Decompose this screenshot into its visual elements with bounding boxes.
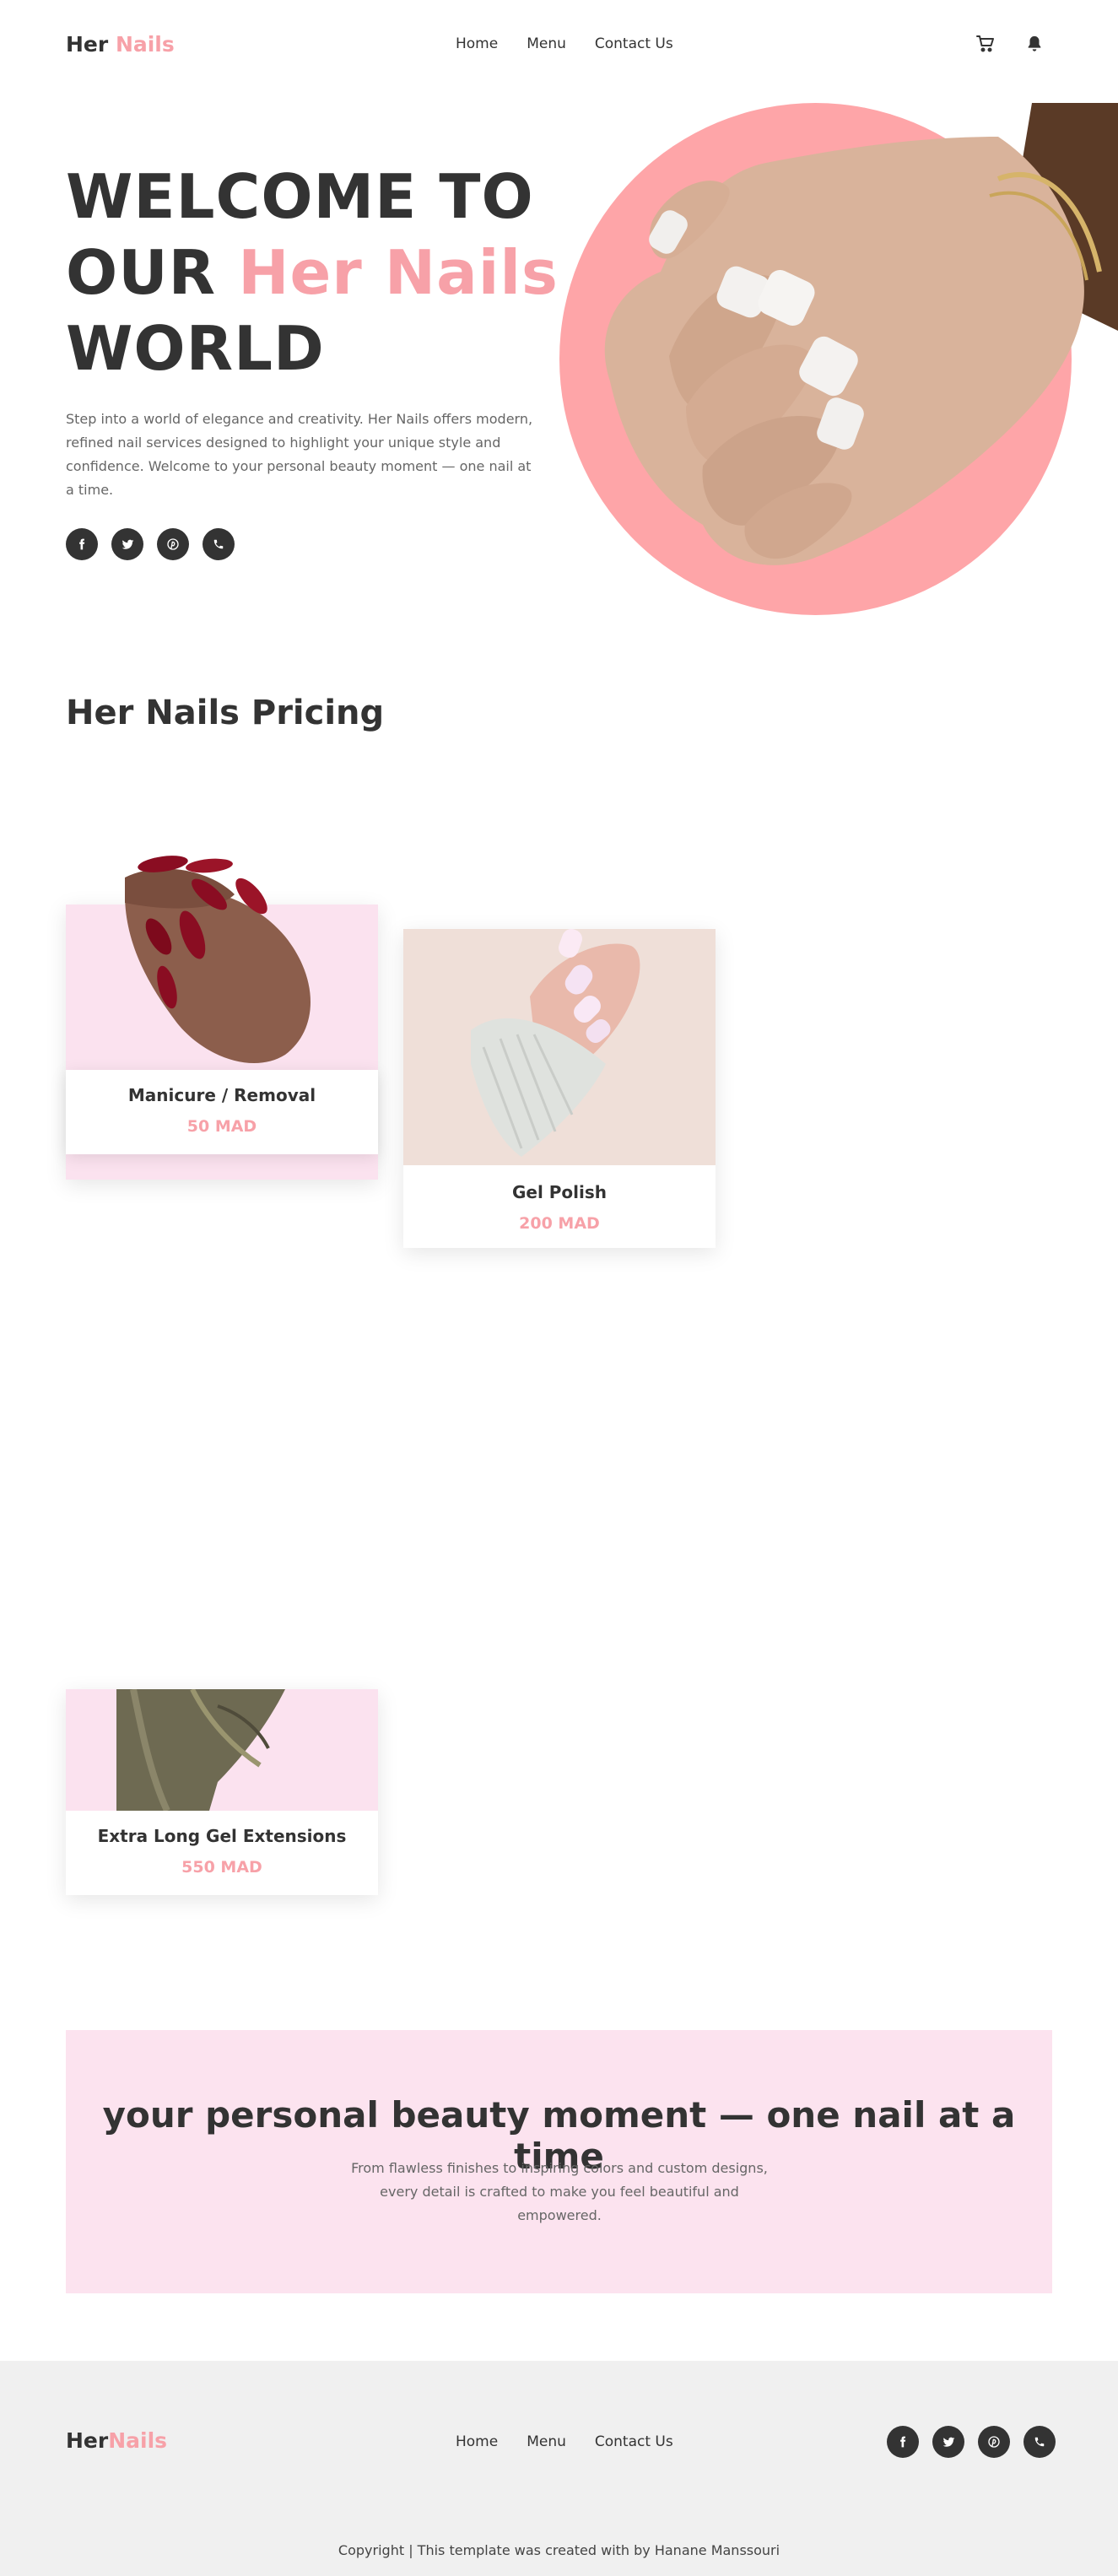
- gel-polish-nails-image: [403, 929, 716, 1165]
- cart-icon[interactable]: [974, 32, 997, 56]
- twitter-icon[interactable]: [111, 528, 143, 560]
- nav-links: Home Menu Contact Us: [456, 35, 673, 52]
- footer-logo[interactable]: HerNails: [66, 2428, 167, 2453]
- nav-link-contact[interactable]: Contact Us: [595, 35, 673, 52]
- pricing-card-manicure-info: Manicure / Removal 50 MAD: [66, 1070, 378, 1154]
- pricing-card-extensions[interactable]: Extra Long Gel Extensions 550 MAD: [66, 1689, 378, 1895]
- facebook-icon[interactable]: [66, 528, 98, 560]
- extensions-nails-image: [116, 1689, 285, 1811]
- site-logo[interactable]: Her Nails: [66, 32, 175, 57]
- top-navbar: Her Nails Home Menu Contact Us: [0, 0, 1118, 91]
- pricing-item-price: 550 MAD: [181, 1858, 262, 1877]
- pinterest-icon[interactable]: [157, 528, 189, 560]
- hero-title-prefix: OUR: [66, 237, 239, 308]
- footer-social-links: [887, 2426, 1056, 2458]
- pricing-card-gel-polish[interactable]: Gel Polish 200 MAD: [403, 929, 716, 1248]
- footer-link-contact[interactable]: Contact Us: [595, 2433, 673, 2450]
- logo-accent-text: Nails: [115, 32, 175, 57]
- twitter-icon[interactable]: [932, 2426, 964, 2458]
- footer-logo-main: Her: [66, 2428, 109, 2453]
- logo-main-text: Her: [66, 32, 109, 57]
- hero-social-links: [66, 528, 235, 560]
- hero-title: WELCOME TO OUR Her Nails WORLD: [66, 159, 559, 386]
- hero-title-line1: WELCOME TO: [66, 161, 534, 232]
- beauty-moment-banner: your personal beauty moment — one nail a…: [66, 2030, 1052, 2293]
- footer-link-menu[interactable]: Menu: [527, 2433, 566, 2450]
- phone-icon[interactable]: [1023, 2426, 1056, 2458]
- footer-links: Home Menu Contact Us: [456, 2433, 673, 2450]
- hero-title-line2: OUR Her Nails: [66, 235, 559, 311]
- pricing-item-name: Extra Long Gel Extensions: [97, 1826, 347, 1846]
- footer-logo-accent: Nails: [108, 2428, 168, 2453]
- pricing-card-extensions-info: Extra Long Gel Extensions 550 MAD: [66, 1811, 378, 1895]
- hero-description: Step into a world of elegance and creati…: [66, 411, 533, 498]
- nav-link-home[interactable]: Home: [456, 35, 498, 52]
- facebook-icon[interactable]: [887, 2426, 919, 2458]
- hero-title-line3: WORLD: [66, 313, 325, 384]
- pinterest-icon[interactable]: [978, 2426, 1010, 2458]
- hero-title-accent: Her Nails: [238, 237, 559, 308]
- phone-icon[interactable]: [203, 528, 235, 560]
- banner-text: From flawless finishes to inspiring colo…: [351, 2160, 768, 2223]
- pricing-card-manicure[interactable]: Manicure / Removal 50 MAD: [66, 856, 378, 1180]
- pricing-section-title: Her Nails Pricing: [66, 694, 385, 732]
- footer-link-home[interactable]: Home: [456, 2433, 498, 2450]
- bell-icon[interactable]: [1023, 32, 1046, 56]
- copyright-text: Copyright | This template was created wi…: [338, 2542, 780, 2558]
- pricing-item-price: 200 MAD: [519, 1214, 600, 1233]
- pricing-item-price: 50 MAD: [186, 1117, 257, 1136]
- pricing-item-name: Manicure / Removal: [127, 1085, 316, 1105]
- pricing-item-name: Gel Polish: [511, 1182, 608, 1202]
- manicure-nails-image: [125, 856, 311, 1064]
- nav-link-menu[interactable]: Menu: [527, 35, 566, 52]
- site-footer: HerNails Home Menu Contact Us Copyright …: [0, 2361, 1118, 2576]
- hero-hand-image: [604, 103, 1118, 565]
